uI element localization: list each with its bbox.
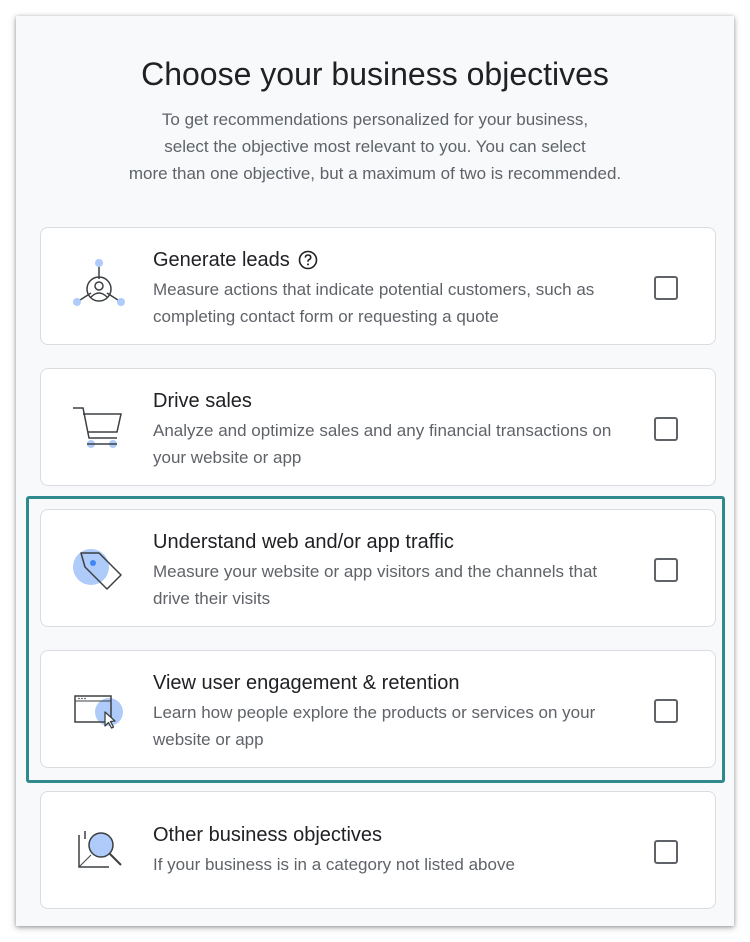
objective-description: Analyze and optimize sales and any finan…	[153, 421, 612, 467]
objective-title: Other business objectives	[153, 824, 383, 846]
leads-icon	[73, 259, 125, 306]
objective-title: Understand web and/or app traffic	[153, 531, 454, 553]
tag-icon	[73, 549, 122, 590]
objective-card-engagement-retention[interactable]: View user engagement & retention Learn h…	[40, 650, 716, 768]
objective-checkbox[interactable]	[654, 840, 678, 864]
browser-cursor-icon	[74, 695, 123, 729]
objective-description: Measure actions that indicate potential …	[153, 280, 595, 326]
help-icon[interactable]	[298, 250, 318, 270]
cart-icon	[73, 407, 122, 448]
objective-checkbox[interactable]	[654, 417, 678, 441]
objectives-panel: Choose your business objectives To get r…	[16, 16, 734, 926]
objective-checkbox[interactable]	[654, 276, 678, 300]
objective-description: Measure your website or app visitors and…	[153, 562, 598, 608]
page-subtitle: To get recommendations personalized for …	[128, 110, 622, 183]
page-title: Choose your business objectives	[141, 56, 609, 92]
objective-card-web-app-traffic[interactable]: Understand web and/or app traffic Measur…	[40, 509, 716, 627]
objective-card-generate-leads[interactable]: Generate leads Measure actions that indi…	[40, 227, 716, 345]
objective-description: Learn how people explore the products or…	[153, 703, 596, 749]
objective-checkbox[interactable]	[654, 699, 678, 723]
objective-checkbox[interactable]	[654, 558, 678, 582]
objective-card-drive-sales[interactable]: Drive sales Analyze and optimize sales a…	[40, 368, 716, 486]
objective-title: Drive sales	[153, 390, 252, 412]
objective-card-other[interactable]: Other business objectives If your busine…	[40, 791, 716, 909]
objective-description: If your business is in a category not li…	[153, 855, 515, 874]
magnifier-icon	[78, 831, 122, 868]
objective-title: View user engagement & retention	[153, 672, 460, 694]
objective-title: Generate leads	[153, 249, 290, 271]
